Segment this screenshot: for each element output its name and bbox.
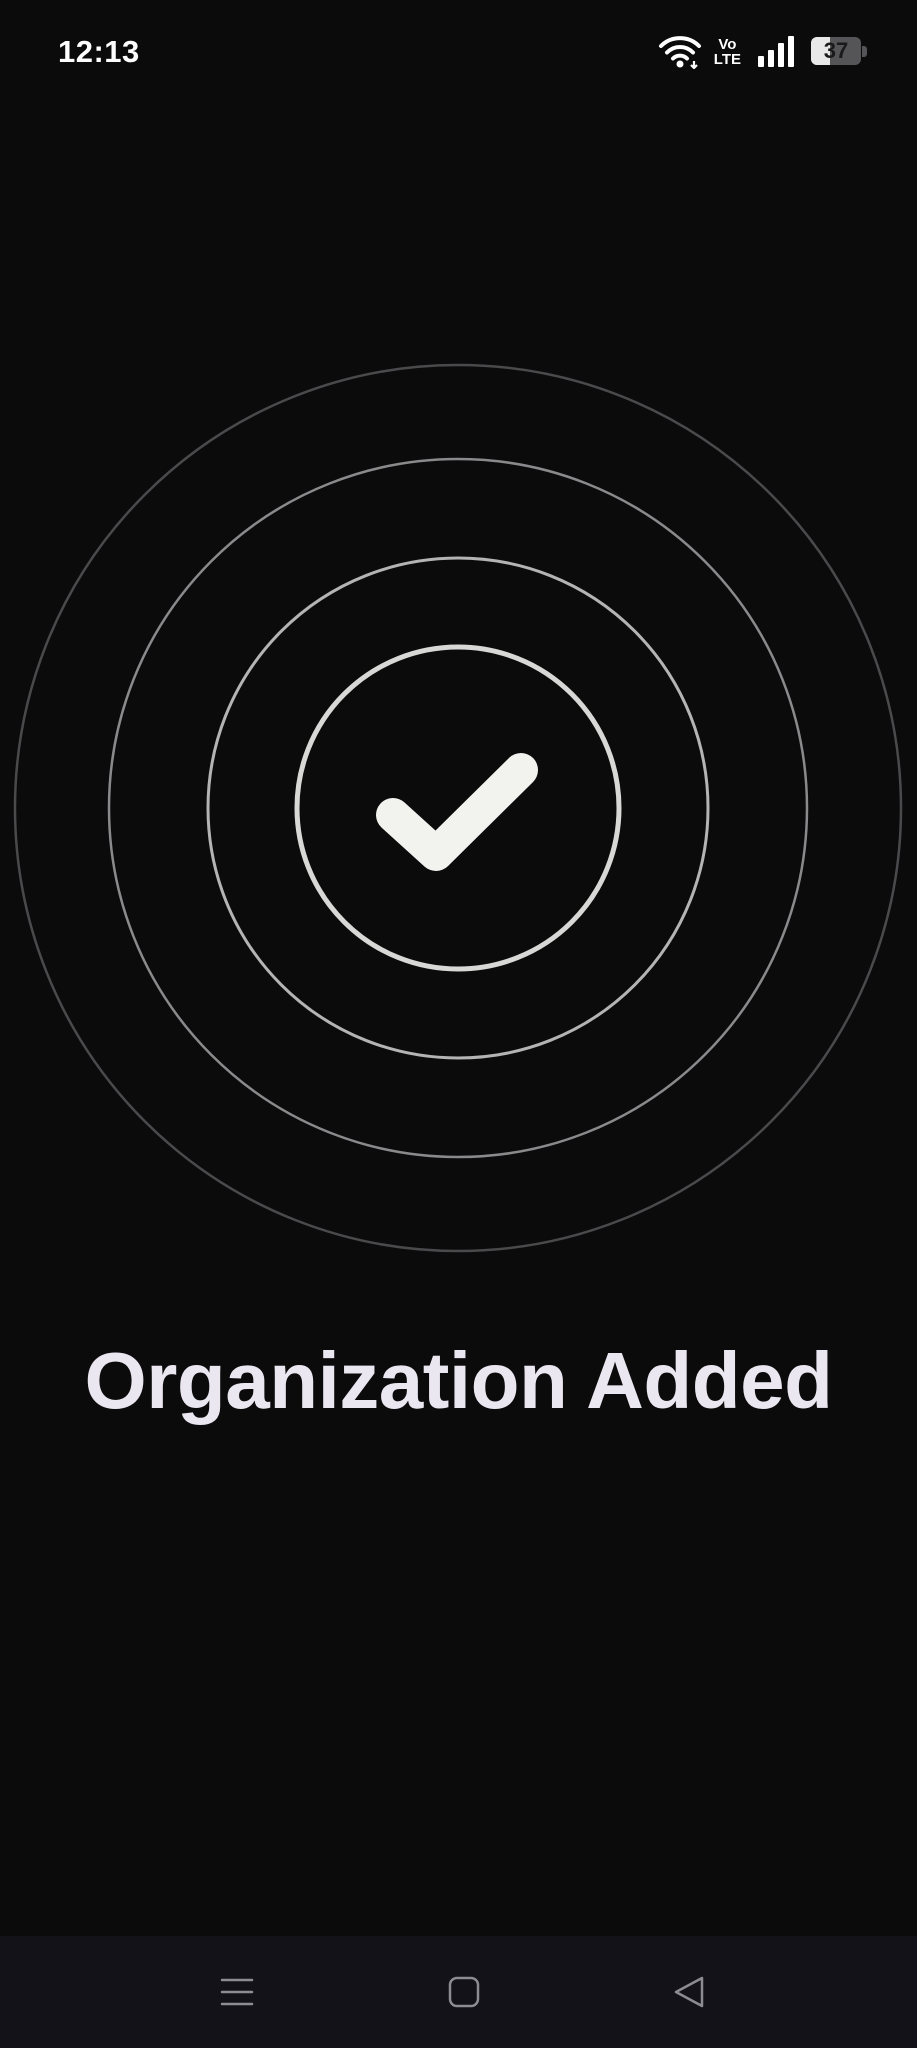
checkmark-icon (376, 753, 538, 871)
battery-icon: 37 (811, 37, 867, 67)
status-time: 12:13 (58, 34, 140, 69)
second-ring (206, 556, 710, 1060)
battery-percent: 37 (823, 38, 849, 63)
volte-bottom-label: LTE (713, 51, 741, 68)
success-title: Organization Added (84, 1336, 833, 1425)
wifi-icon (658, 36, 701, 69)
back-button[interactable] (657, 1960, 721, 2024)
third-ring (107, 457, 809, 1159)
inner-ring (294, 644, 622, 972)
navigation-bar (0, 1936, 917, 2048)
status-bar: 12:13 Vo LTE 37 (0, 0, 917, 104)
volte-top-label: Vo (718, 36, 737, 53)
status-icons: Vo LTE 37 (658, 30, 867, 74)
signal-icon (758, 36, 794, 67)
menu-icon (220, 1978, 254, 2006)
recent-apps-button[interactable] (205, 1960, 269, 2024)
home-button[interactable] (432, 1960, 496, 2024)
success-illustration (13, 363, 903, 1253)
volte-icon: Vo LTE (714, 37, 741, 67)
outer-ring (13, 363, 903, 1253)
home-icon (448, 1976, 480, 2008)
back-icon (674, 1976, 704, 2008)
